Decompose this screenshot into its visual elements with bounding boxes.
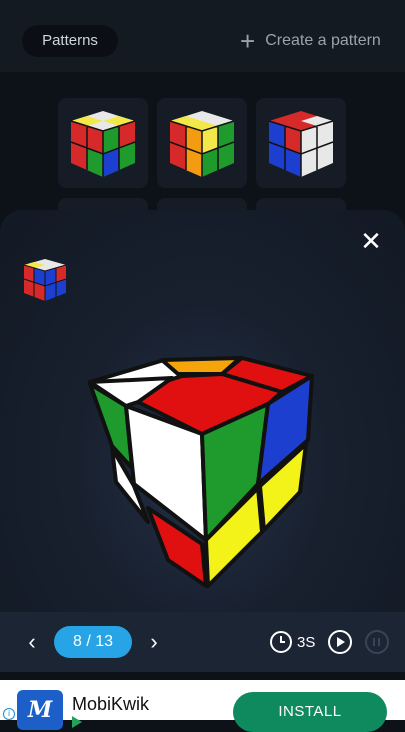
player-controls: ‹ 8 / 13 › 3S <box>0 612 405 672</box>
mini-cube-preview-icon <box>23 259 67 301</box>
top-bar: Patterns + Create a pattern <box>0 0 405 72</box>
pattern-viewer-sheet: ✕ <box>0 210 405 672</box>
speed-label: 3S <box>297 633 316 651</box>
speed-control[interactable]: 3S <box>270 630 315 654</box>
pause-icon[interactable] <box>365 630 389 654</box>
play-icon[interactable] <box>328 630 352 654</box>
plus-icon: + <box>240 26 256 56</box>
create-pattern-button[interactable]: + Create a pattern <box>240 25 390 57</box>
ad-info-icon[interactable]: i <box>3 708 15 720</box>
chevron-right-icon[interactable]: › <box>142 630 166 654</box>
ad-banner[interactable]: i M MobiKwik INSTALL <box>0 680 405 732</box>
play-store-icon <box>72 716 82 728</box>
patterns-tab[interactable]: Patterns <box>22 25 118 57</box>
close-icon[interactable]: ✕ <box>358 228 384 254</box>
pattern-thumbnail[interactable] <box>157 98 247 188</box>
ad-app-name: MobiKwik <box>72 694 150 714</box>
cube-thumbnail-icon <box>268 111 334 177</box>
chevron-left-icon[interactable]: ‹ <box>20 630 44 654</box>
pattern-thumbnail[interactable] <box>256 98 346 188</box>
create-pattern-label: Create a pattern <box>265 32 381 49</box>
mobikwik-logo: M <box>17 690 63 730</box>
cube-thumbnail-icon <box>70 111 136 177</box>
cube-3d-view[interactable] <box>82 354 322 594</box>
step-counter[interactable]: 8 / 13 <box>54 626 132 658</box>
pattern-thumbnail[interactable] <box>58 98 148 188</box>
install-button[interactable]: INSTALL <box>233 692 387 732</box>
cube-thumbnail-icon <box>169 111 235 177</box>
clock-icon <box>270 631 292 653</box>
